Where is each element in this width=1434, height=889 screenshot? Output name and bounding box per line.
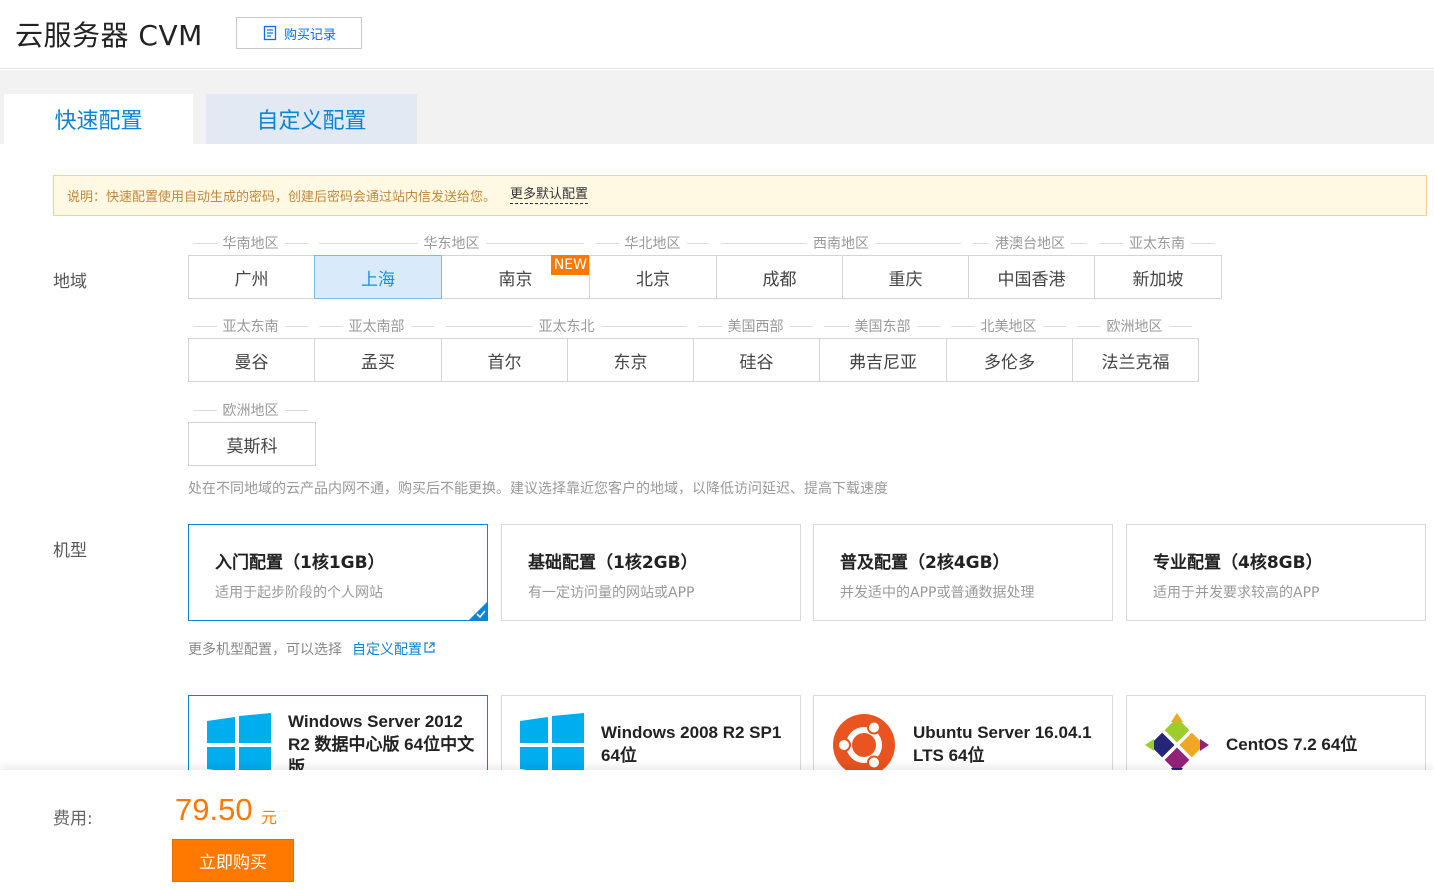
region-row-1: 广州 上海 南京 NEW 北京 成都 重庆 中国香港 新加坡: [188, 255, 1222, 299]
check-icon: [476, 610, 486, 619]
windows-icon: [520, 713, 584, 777]
image-name: Windows Server 2012 R2 数据中心版 64位中文版: [288, 712, 475, 777]
region-moscow[interactable]: 莫斯科: [188, 422, 316, 466]
spec-desc: 适用于起步阶段的个人网站: [215, 585, 383, 601]
purchase-records-label: 购买记录: [283, 27, 336, 43]
more-default-config-link[interactable]: 更多默认配置: [510, 187, 589, 204]
price-unit: 元: [261, 808, 278, 827]
group-label: 华北地区: [596, 233, 709, 253]
region-virginia[interactable]: 弗吉尼亚: [819, 338, 947, 382]
region-label: 地域: [53, 272, 87, 292]
notice-banner: 说明：快速配置使用自动生成的密码，创建后密码会通过站内信发送给您。 更多默认配置: [53, 175, 1427, 216]
region-row-3: 莫斯科: [188, 422, 316, 466]
region-shanghai[interactable]: 上海: [314, 255, 442, 299]
region-hint: 处在不同地域的云产品内网不通，购买后不能更换。建议选择靠近您客户的地域，以降低访…: [188, 481, 888, 497]
region-singapore[interactable]: 新加坡: [1094, 255, 1222, 299]
group-label: 亚太东南: [193, 316, 308, 336]
more-spec-row: 更多机型配置，可以选择 自定义配置: [188, 639, 435, 659]
fee-label: 费用:: [53, 809, 93, 829]
group-label: 亚太南部: [319, 316, 434, 336]
spec-desc: 有一定访问量的网站或APP: [528, 585, 695, 601]
spec-title: 基础配置（1核2GB）: [528, 553, 698, 573]
region-frankfurt[interactable]: 法兰克福: [1072, 338, 1199, 382]
region-toronto[interactable]: 多伦多: [946, 338, 1073, 382]
region-label-text: 南京: [498, 269, 533, 290]
tab-custom-config[interactable]: 自定义配置: [206, 94, 417, 144]
group-label: 西南地区: [721, 233, 961, 253]
group-label: 欧洲地区: [1077, 316, 1192, 336]
buy-now-button[interactable]: 立即购买: [172, 839, 294, 882]
group-label: 华东地区: [319, 233, 584, 253]
group-label: 美国东部: [824, 316, 941, 336]
price-footer: 费用: 79.50 元 立即购买: [0, 770, 1434, 889]
price-value: 79.50: [175, 792, 253, 827]
receipt-icon: [263, 25, 277, 41]
region-beijing[interactable]: 北京: [589, 255, 717, 299]
group-label: 北美地区: [951, 316, 1066, 336]
region-mumbai[interactable]: 孟买: [314, 338, 442, 382]
purchase-records-button[interactable]: 购买记录: [236, 17, 362, 49]
spec-card-entry[interactable]: 入门配置（1核1GB） 适用于起步阶段的个人网站: [188, 524, 488, 621]
new-badge: NEW: [550, 255, 590, 275]
ubuntu-icon: [833, 714, 895, 776]
top-bar: 云服务器 CVM 购买记录: [0, 0, 1434, 69]
group-label: 亚太东南: [1099, 233, 1215, 253]
windows-icon: [207, 713, 271, 777]
spec-title: 专业配置（4核8GB）: [1153, 553, 1323, 573]
region-silicon-valley[interactable]: 硅谷: [693, 338, 820, 382]
page-title: 云服务器 CVM: [15, 19, 203, 52]
image-name: CentOS 7.2 64位: [1226, 735, 1358, 754]
spec-desc: 适用于并发要求较高的APP: [1153, 585, 1320, 601]
region-hongkong[interactable]: 中国香港: [968, 255, 1095, 299]
region-chongqing[interactable]: 重庆: [842, 255, 969, 299]
tab-quick-config[interactable]: 快速配置: [4, 94, 193, 144]
notice-text: 说明：快速配置使用自动生成的密码，创建后密码会通过站内信发送给您。: [67, 190, 497, 205]
group-label: 亚太东北: [446, 316, 687, 336]
region-row-2: 曼谷 孟买 首尔 东京 硅谷 弗吉尼亚 多伦多 法兰克福: [188, 338, 1199, 382]
region-bangkok[interactable]: 曼谷: [188, 338, 315, 382]
spec-card-basic[interactable]: 基础配置（1核2GB） 有一定访问量的网站或APP: [501, 524, 801, 621]
gray-band: [0, 70, 1434, 94]
custom-config-link[interactable]: 自定义配置: [352, 642, 435, 658]
spec-card-pro[interactable]: 专业配置（4核8GB） 适用于并发要求较高的APP: [1126, 524, 1426, 621]
region-tokyo[interactable]: 东京: [567, 338, 694, 382]
region-chengdu[interactable]: 成都: [716, 255, 843, 299]
image-name: Ubuntu Server 16.04.1 LTS 64位: [913, 723, 1092, 765]
external-link-icon: [424, 642, 435, 653]
spec-title: 入门配置（1核1GB）: [215, 553, 385, 573]
more-spec-text: 更多机型配置，可以选择: [188, 642, 342, 658]
group-label: 港澳台地区: [973, 233, 1087, 253]
group-label: 华南地区: [193, 233, 308, 253]
spec-card-standard[interactable]: 普及配置（2核4GB） 并发适中的APP或普通数据处理: [813, 524, 1113, 621]
spec-title: 普及配置（2核4GB）: [840, 553, 1010, 573]
config-tabs: 快速配置 自定义配置: [0, 94, 1434, 144]
instance-type-label: 机型: [53, 541, 87, 561]
spec-desc: 并发适中的APP或普通数据处理: [840, 585, 1035, 601]
group-label: 美国西部: [698, 316, 813, 336]
image-name: Windows 2008 R2 SP1 64位: [601, 723, 782, 765]
region-guangzhou[interactable]: 广州: [188, 255, 315, 299]
centos-icon: [1145, 713, 1209, 777]
group-label: 欧洲地区: [193, 400, 308, 420]
region-nanjing[interactable]: 南京 NEW: [441, 255, 590, 299]
region-seoul[interactable]: 首尔: [441, 338, 568, 382]
